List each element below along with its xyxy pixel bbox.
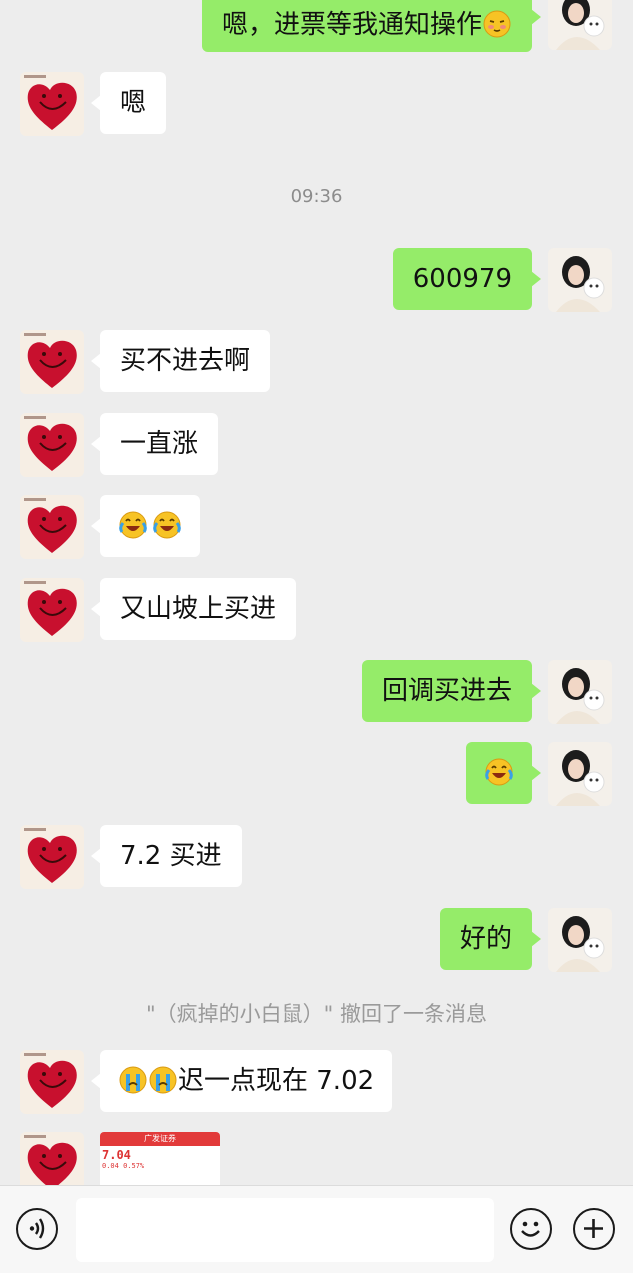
thumbnail-change: 0.04 0.57% bbox=[102, 1162, 145, 1170]
contact-avatar[interactable] bbox=[20, 578, 84, 642]
timestamp: 09:36 bbox=[290, 186, 343, 207]
message-bubble-other[interactable]: 嗯 bbox=[90, 72, 167, 134]
image-message-thumbnail[interactable]: 广发证券 7.04 0.04 0.57% bbox=[100, 1132, 220, 1185]
message-text: 嗯，进票等我通知操作 bbox=[221, 10, 482, 40]
message-bubble-other[interactable]: 迟一点现在 7.02 bbox=[90, 1050, 393, 1112]
recall-notice: "（疯掉的小白鼠）" 撤回了一条消息 bbox=[146, 1002, 487, 1026]
message-text: 嗯 bbox=[120, 88, 147, 118]
emoji-face-icon bbox=[521, 1221, 540, 1237]
message-bubble-self[interactable]: 600979 bbox=[392, 248, 542, 310]
thumbnail-header: 广发证券 bbox=[100, 1132, 220, 1146]
contact-avatar[interactable] bbox=[20, 1050, 84, 1114]
contact-avatar[interactable] bbox=[20, 413, 84, 477]
message-bubble-other[interactable]: 买不进去啊 bbox=[90, 330, 271, 392]
crying-emoji-icon bbox=[148, 1065, 178, 1095]
more-actions-button[interactable] bbox=[573, 1208, 615, 1250]
message-bubble-self[interactable]: 好的 bbox=[439, 908, 542, 970]
message-bubble-self[interactable]: 回调买进去 bbox=[361, 660, 542, 722]
message-bubble-self[interactable] bbox=[466, 742, 541, 804]
self-avatar[interactable] bbox=[548, 0, 612, 50]
chat-area: 嗯，进票等我通知操作 嗯 09:36 600979 买不进去啊 一直涨 又山坡上… bbox=[0, 0, 633, 1185]
laugh-cry-emoji-icon bbox=[152, 510, 182, 540]
message-input[interactable] bbox=[76, 1198, 494, 1262]
emoji-button[interactable] bbox=[510, 1208, 552, 1250]
message-text: 回调买进去 bbox=[381, 676, 512, 706]
laugh-cry-emoji-icon bbox=[484, 757, 514, 787]
message-text: 迟一点现在 7.02 bbox=[178, 1066, 375, 1096]
message-bubble-other[interactable]: 又山坡上买进 bbox=[90, 578, 297, 640]
blush-emoji-icon bbox=[482, 9, 512, 39]
message-text: 一直涨 bbox=[120, 429, 199, 459]
plus-icon bbox=[584, 1219, 603, 1238]
laugh-cry-emoji-icon bbox=[118, 510, 148, 540]
message-text: 600979 bbox=[412, 264, 512, 294]
voice-icon bbox=[29, 1218, 45, 1239]
message-bubble-self[interactable]: 嗯，进票等我通知操作 bbox=[201, 0, 542, 52]
message-bubble-other[interactable] bbox=[91, 495, 200, 557]
message-bubble-other[interactable]: 一直涨 bbox=[90, 413, 219, 475]
message-bubble-other[interactable]: 7.2 买进 bbox=[91, 825, 242, 887]
input-bar bbox=[0, 1185, 633, 1273]
contact-avatar[interactable] bbox=[20, 72, 84, 136]
message-text: 又山坡上买进 bbox=[120, 594, 277, 624]
message-text: 买不进去啊 bbox=[120, 346, 251, 376]
self-avatar[interactable] bbox=[548, 742, 612, 806]
contact-avatar[interactable] bbox=[20, 330, 84, 394]
self-avatar[interactable] bbox=[548, 248, 612, 312]
thumbnail-price: 7.04 bbox=[102, 1148, 131, 1162]
self-avatar[interactable] bbox=[548, 660, 612, 724]
message-text: 好的 bbox=[459, 924, 512, 954]
contact-avatar[interactable] bbox=[20, 825, 84, 889]
message-text: 7.2 买进 bbox=[120, 841, 222, 871]
crying-emoji-icon bbox=[118, 1065, 148, 1095]
self-avatar[interactable] bbox=[548, 908, 612, 972]
contact-avatar[interactable] bbox=[20, 1132, 84, 1185]
voice-input-button[interactable] bbox=[16, 1208, 58, 1250]
contact-avatar[interactable] bbox=[20, 495, 84, 559]
